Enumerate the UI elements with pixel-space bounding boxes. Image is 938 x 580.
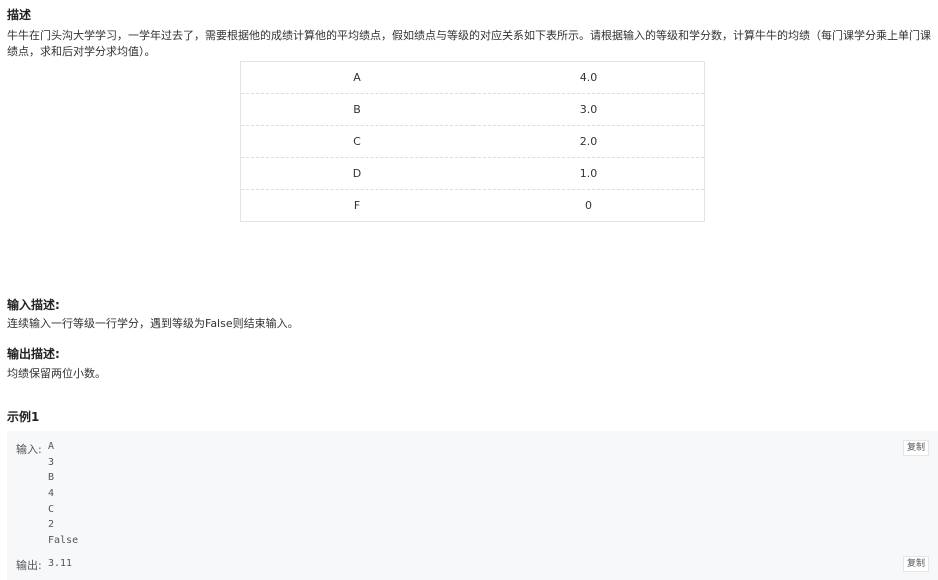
input-line: False bbox=[48, 535, 79, 547]
table-row: C 2.0 bbox=[240, 125, 705, 158]
example-box: 输入: A 3 B 4 C 2 False 复制 输出: 3.11 复制 bbox=[7, 431, 938, 580]
input-line: B bbox=[48, 472, 55, 484]
output-description-title: 输出描述: bbox=[7, 347, 60, 361]
grade-point-table: A 4.0 B 3.0 C 2.0 D 1.0 F 0 bbox=[240, 61, 705, 222]
copy-input-button[interactable]: 复制 bbox=[903, 440, 929, 456]
table-row: D 1.0 bbox=[240, 157, 705, 190]
example-title: 示例1 bbox=[7, 410, 40, 424]
input-line: A bbox=[48, 441, 55, 452]
table-row: A 4.0 bbox=[240, 61, 705, 94]
grade-cell: C bbox=[240, 125, 473, 158]
input-line: 4 bbox=[48, 488, 55, 500]
grade-cell: A bbox=[240, 61, 473, 94]
grade-cell: F bbox=[353, 199, 361, 212]
example-output-value: 3.11 bbox=[48, 558, 73, 569]
point-cell: 0 bbox=[584, 199, 592, 212]
output-description-text: 均绩保留两位小数。 bbox=[7, 367, 106, 380]
table-row: B 3.0 bbox=[240, 93, 705, 126]
example-input-lines: A 3 B 4 C 2 False bbox=[48, 439, 78, 549]
table-row: F0 bbox=[241, 190, 705, 222]
point-cell: 4.0 bbox=[472, 61, 705, 94]
description-title: 描述 bbox=[7, 8, 32, 22]
grade-cell: B bbox=[240, 93, 473, 126]
input-description-title: 输入描述: bbox=[7, 298, 60, 312]
description-text: 牛牛在门头沟大学学习，一学年过去了，需要根据他的成绩计算他的平均绩点，假如绩点与… bbox=[7, 29, 931, 58]
input-line: C bbox=[48, 503, 55, 515]
point-cell: 1.0 bbox=[472, 157, 705, 190]
copy-output-button[interactable]: 复制 bbox=[903, 556, 929, 572]
point-cell: 3.0 bbox=[472, 93, 705, 126]
output-label: 输出: bbox=[16, 559, 42, 572]
point-cell: 2.0 bbox=[472, 125, 705, 158]
input-line: 3 bbox=[48, 456, 55, 468]
grade-cell: D bbox=[240, 157, 473, 190]
input-description-text: 连续输入一行等级一行学分，遇到等级为False则结束输入。 bbox=[7, 317, 299, 330]
input-label: 输入: bbox=[16, 443, 42, 456]
input-line: 2 bbox=[48, 519, 55, 531]
